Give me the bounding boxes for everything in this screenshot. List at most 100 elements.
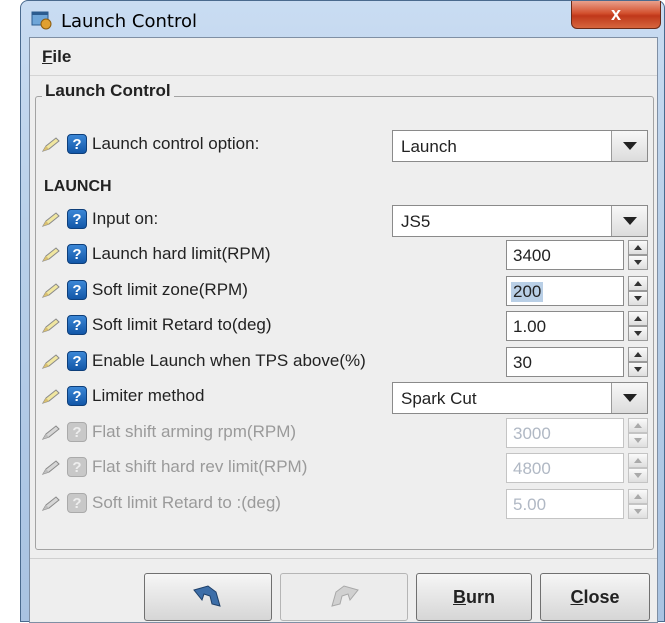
help-question-icon: ? <box>67 457 87 477</box>
combo-value: JS5 <box>401 212 431 231</box>
menu-file[interactable]: File <box>42 47 71 67</box>
menu-file-label: ile <box>52 47 72 66</box>
field-label: Limiter method <box>92 386 205 405</box>
chevron-down-icon[interactable] <box>611 131 647 161</box>
field-row: ? Launch hard limit(RPM) 3400 <box>30 240 659 270</box>
help-question-icon: ? <box>67 493 87 513</box>
spinner-buttons <box>628 418 648 448</box>
field-label: Soft limit Retard to(deg) <box>92 315 272 334</box>
field-label: Launch hard limit(RPM) <box>92 244 271 263</box>
spinner-down-arrow-icon[interactable] <box>628 326 648 341</box>
redo-arrow-icon <box>331 585 359 607</box>
spinner-down-arrow-icon[interactable] <box>628 291 648 306</box>
spinner-buttons <box>628 347 648 377</box>
spinner-up-arrow-icon[interactable] <box>628 276 648 291</box>
field-row: ? Flat shift arming rpm(RPM) 3000 <box>30 418 659 448</box>
field-spinner-input[interactable]: 200 <box>506 276 624 306</box>
chevron-down-icon[interactable] <box>611 383 647 413</box>
field-row: ? Soft limit Retard to :(deg) 5.00 <box>30 489 659 519</box>
help-question-icon[interactable]: ? <box>67 244 87 264</box>
help-question-icon: ? <box>67 422 87 442</box>
undo-button[interactable] <box>144 573 272 621</box>
help-question-icon[interactable]: ? <box>67 351 87 371</box>
pencil-icon[interactable] <box>40 353 62 371</box>
spinner-value: 4800 <box>513 459 551 478</box>
field-spinner-input[interactable]: 3000 <box>506 418 624 448</box>
spinner-up-arrow-icon[interactable] <box>628 489 648 504</box>
spinner-value: 30 <box>513 353 532 372</box>
launch-control-window: Launch Control x File Launch Control ? L… <box>20 0 665 623</box>
close-label: lose <box>583 586 620 607</box>
redo-button[interactable] <box>280 573 408 621</box>
window-close-button[interactable]: x <box>571 1 661 29</box>
spinner-up-arrow-icon[interactable] <box>628 311 648 326</box>
spinner-down-arrow-icon[interactable] <box>628 504 648 519</box>
spinner-value: 3000 <box>513 424 551 443</box>
field-label: Soft limit zone(RPM) <box>92 280 248 299</box>
help-question-icon[interactable]: ? <box>67 134 87 154</box>
app-window-icon <box>31 11 52 30</box>
field-combo[interactable]: JS5 <box>392 205 648 237</box>
field-label: Launch control option: <box>92 134 260 153</box>
field-row: ? Enable Launch when TPS above(%) 30 <box>30 347 659 377</box>
field-spinner-input[interactable]: 4800 <box>506 453 624 483</box>
combo-value: Spark Cut <box>401 389 477 408</box>
spinner-value: 200 <box>511 282 544 302</box>
title-bar[interactable]: Launch Control x <box>21 1 664 37</box>
help-question-icon[interactable]: ? <box>67 209 87 229</box>
dialog-client-area: File Launch Control ? Launch control opt… <box>29 37 658 623</box>
field-row: ? Flat shift hard rev limit(RPM) 4800 <box>30 453 659 483</box>
close-button[interactable]: Close <box>540 573 650 621</box>
pencil-icon[interactable] <box>40 136 62 154</box>
field-label: Enable Launch when TPS above(%) <box>92 351 366 370</box>
pencil-icon <box>41 460 60 475</box>
burn-label: urn <box>466 586 495 607</box>
chevron-down-icon[interactable] <box>611 206 647 236</box>
spinner-up-arrow-icon[interactable] <box>628 453 648 468</box>
help-question-icon[interactable]: ? <box>67 386 87 406</box>
spinner-down-arrow-icon[interactable] <box>628 255 648 270</box>
burn-button[interactable]: Burn <box>416 573 532 621</box>
pencil-icon[interactable] <box>40 317 62 335</box>
spinner-down-arrow-icon[interactable] <box>628 362 648 377</box>
window-title: Launch Control <box>61 11 197 32</box>
field-row: ? Limiter method Spark Cut <box>30 382 659 414</box>
spinner-up-arrow-icon[interactable] <box>628 347 648 362</box>
menu-bar: File <box>30 38 657 76</box>
close-mnemonic: C <box>570 586 584 607</box>
field-spinner-input[interactable]: 30 <box>506 347 624 377</box>
pencil-icon[interactable] <box>40 211 62 229</box>
undo-arrow-icon <box>193 585 221 607</box>
spinner-down-arrow-icon[interactable] <box>628 468 648 483</box>
button-bar: Burn Close <box>30 558 657 622</box>
menu-file-mnemonic: F <box>42 47 53 66</box>
pencil-icon <box>41 425 60 440</box>
help-question-icon[interactable]: ? <box>67 280 87 300</box>
field-combo[interactable]: Spark Cut <box>392 382 648 414</box>
spinner-down-arrow-icon[interactable] <box>628 433 648 448</box>
field-row: ? Soft limit Retard to(deg) 1.00 <box>30 311 659 341</box>
launch-option-combo[interactable]: Launch <box>392 130 648 162</box>
spinner-buttons <box>628 240 648 270</box>
section-label-launch: LAUNCH <box>44 178 112 195</box>
field-label: Flat shift arming rpm(RPM) <box>92 422 297 441</box>
field-spinner-input[interactable]: 3400 <box>506 240 624 270</box>
close-icon: x <box>610 4 621 24</box>
pencil-icon[interactable] <box>40 246 62 264</box>
spinner-buttons <box>628 311 648 341</box>
combo-value: Launch <box>401 137 457 156</box>
field-spinner-input[interactable]: 1.00 <box>506 311 624 341</box>
spinner-up-arrow-icon[interactable] <box>628 418 648 433</box>
pencil-icon[interactable] <box>40 282 62 300</box>
pencil-icon <box>41 496 60 511</box>
field-spinner-input[interactable]: 5.00 <box>506 489 624 519</box>
field-row: ? Soft limit zone(RPM) 200 <box>30 276 659 306</box>
spinner-buttons <box>628 453 648 483</box>
burn-mnemonic: B <box>453 586 466 607</box>
spinner-value: 3400 <box>513 246 551 265</box>
help-question-icon[interactable]: ? <box>67 315 87 335</box>
pencil-icon[interactable] <box>40 388 62 406</box>
field-label: Input on: <box>92 209 159 228</box>
spinner-value: 1.00 <box>513 317 547 336</box>
spinner-up-arrow-icon[interactable] <box>628 240 648 255</box>
